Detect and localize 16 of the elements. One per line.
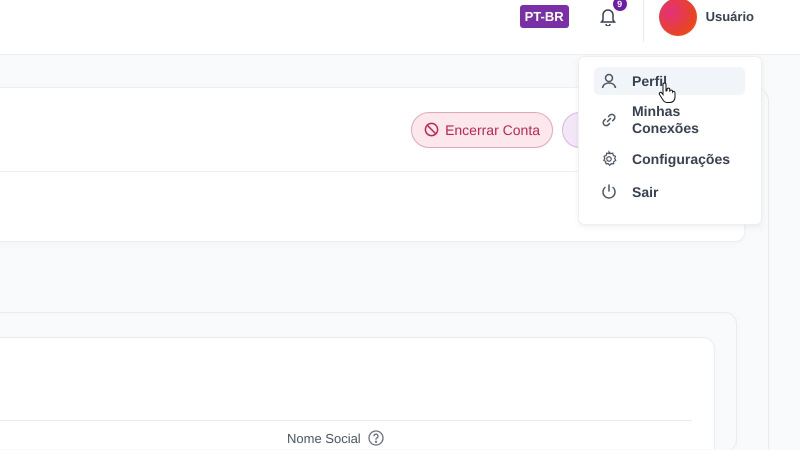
menu-item[interactable]: Configurações [594, 145, 745, 173]
help-icon[interactable] [368, 430, 384, 446]
prohibited-icon [424, 122, 440, 137]
close-account-button[interactable]: Encerrar Conta [411, 112, 553, 148]
power-icon [600, 183, 618, 201]
menu-item[interactable]: Sair [594, 178, 745, 206]
field-label: Nome Social [287, 430, 361, 446]
link-icon [600, 111, 618, 129]
language-button[interactable]: PT-BR [520, 5, 569, 28]
menu-item[interactable]: Minhas Conexões [594, 100, 745, 140]
notification-count: 9 [612, 0, 627, 10]
avatar[interactable] [658, 0, 697, 36]
settings-icon [600, 150, 618, 168]
user-name[interactable]: Usuário [706, 9, 754, 24]
menu-item[interactable]: Perfil [594, 67, 745, 95]
user-icon [600, 72, 618, 90]
